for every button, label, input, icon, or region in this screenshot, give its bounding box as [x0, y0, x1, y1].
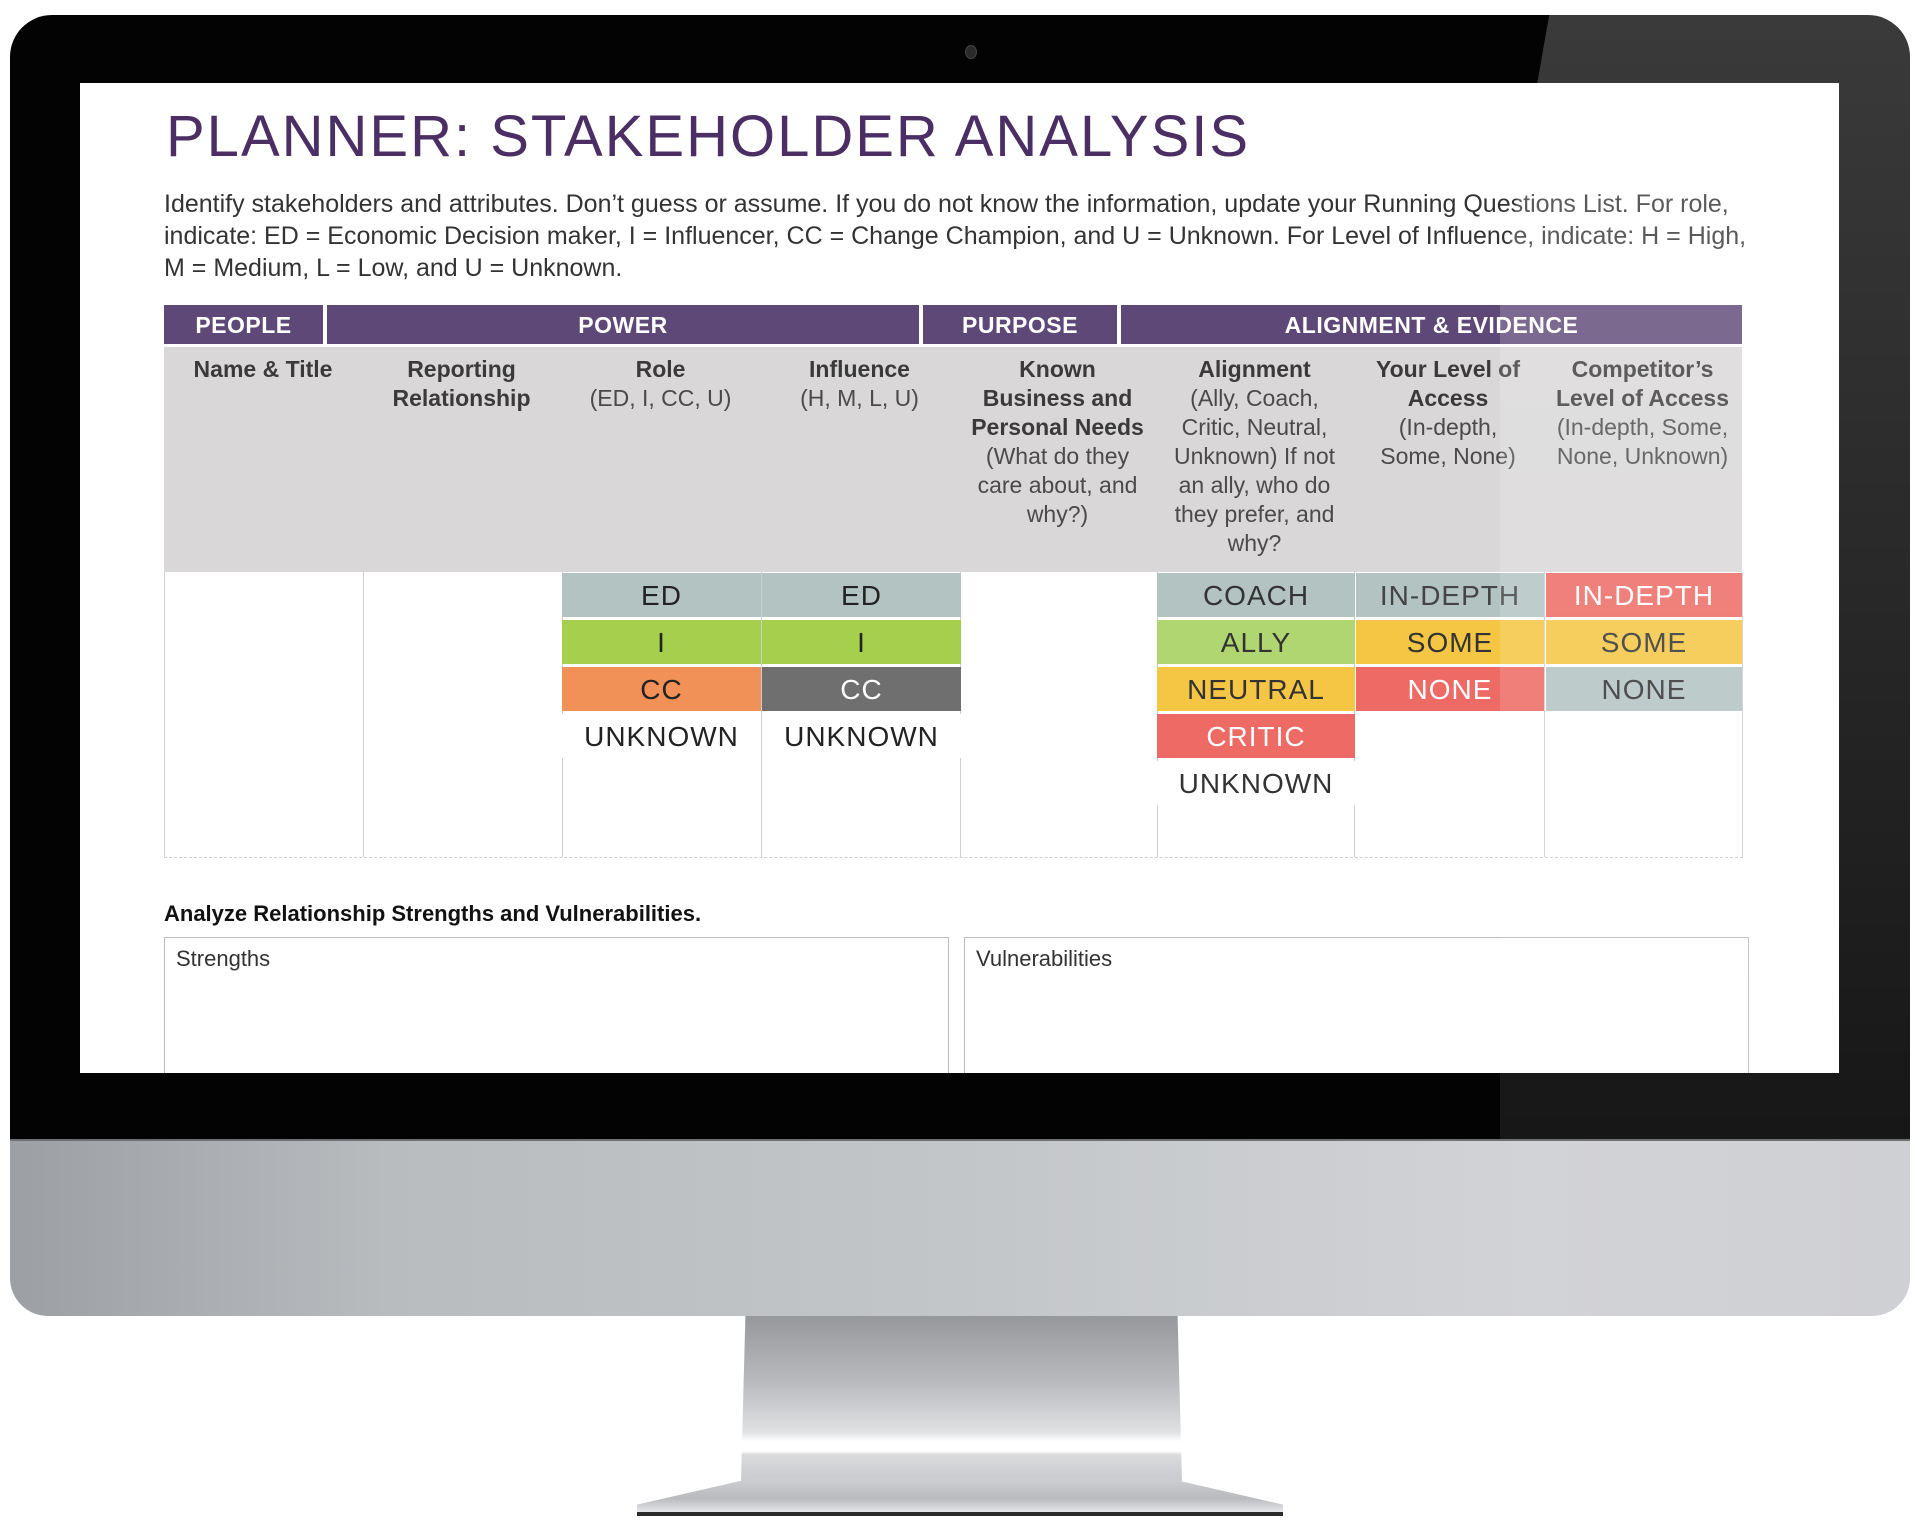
- option-in-depth[interactable]: IN-DEPTH: [1356, 573, 1544, 617]
- option-critic[interactable]: CRITIC: [1157, 714, 1355, 758]
- group-header-people: PEOPLE: [164, 305, 323, 344]
- name-title-cell[interactable]: [166, 572, 362, 856]
- role-options: ED I CC UNKNOWN: [562, 573, 761, 761]
- instructions-text: Identify stakeholders and attributes. Do…: [164, 190, 1747, 282]
- monitor-stand-foot: [637, 1478, 1283, 1516]
- camera-icon: [965, 45, 977, 59]
- option-some[interactable]: SOME: [1546, 620, 1742, 664]
- table-body: ED I CC UNKNOWN ED I CC UNKNOWN COACH ALLY NEUTR…: [164, 572, 1743, 858]
- option-neutral[interactable]: NEUTRAL: [1157, 667, 1355, 711]
- strengths-box[interactable]: Strengths: [164, 937, 949, 1073]
- strengths-label: Strengths: [176, 946, 271, 971]
- monitor-chin: [10, 1139, 1910, 1316]
- option-coach[interactable]: COACH: [1157, 573, 1355, 617]
- option-cc[interactable]: CC: [762, 667, 961, 711]
- column-header-influence: Influence (H, M, L, U): [800, 356, 919, 411]
- option-ally[interactable]: ALLY: [1157, 620, 1355, 664]
- group-header-alignment-evidence: ALIGNMENT & EVIDENCE: [1121, 305, 1742, 344]
- needs-cell[interactable]: [961, 572, 1156, 856]
- stakeholder-table: PEOPLE POWER PURPOSE ALIGNMENT & EVIDENC…: [164, 305, 1743, 858]
- option-none[interactable]: NONE: [1356, 667, 1544, 711]
- alignment-options: COACH ALLY NEUTRAL CRITIC UNKNOWN: [1157, 573, 1355, 808]
- option-none[interactable]: NONE: [1546, 667, 1742, 711]
- column-header-name-title: Name & Title: [193, 356, 333, 382]
- column-header-reporting: Reporting Relationship: [392, 356, 531, 411]
- column-header-row: Name & Title Reporting Relationship Role…: [164, 347, 1742, 572]
- analysis-heading: Analyze Relationship Strengths and Vulne…: [164, 901, 702, 926]
- vulnerabilities-label: Vulnerabilities: [976, 946, 1113, 971]
- option-in-depth[interactable]: IN-DEPTH: [1546, 573, 1742, 617]
- column-header-needs: Known Business and Personal Needs (What …: [971, 356, 1144, 527]
- group-header-purpose: PURPOSE: [923, 305, 1117, 344]
- monitor-stand-neck: [741, 1316, 1182, 1481]
- influence-options: ED I CC UNKNOWN: [762, 573, 961, 761]
- option-i[interactable]: I: [562, 620, 761, 664]
- option-i[interactable]: I: [762, 620, 961, 664]
- column-header-your-access: Your Level of Access (In-depth, Some, No…: [1376, 356, 1520, 469]
- option-unknown[interactable]: UNKNOWN: [1157, 761, 1355, 805]
- option-cc[interactable]: CC: [562, 667, 761, 711]
- column-header-role: Role (ED, I, CC, U): [589, 356, 732, 411]
- option-ed[interactable]: ED: [562, 573, 761, 617]
- column-divider: [1742, 572, 1743, 857]
- competitor-access-options: IN-DEPTH SOME NONE: [1546, 573, 1742, 714]
- group-header-power: POWER: [327, 305, 919, 344]
- option-ed[interactable]: ED: [762, 573, 961, 617]
- monitor-screen: PLANNER: STAKEHOLDER ANALYSIS Identify s…: [80, 83, 1839, 1073]
- group-header-row: PEOPLE POWER PURPOSE ALIGNMENT & EVIDENC…: [164, 305, 1742, 344]
- page-title: PLANNER: STAKEHOLDER ANALYSIS: [166, 104, 1251, 169]
- column-header-alignment: Alignment (Ally, Coach, Critic, Neutral,…: [1173, 356, 1336, 556]
- vulnerabilities-box[interactable]: Vulnerabilities: [964, 937, 1749, 1073]
- your-access-options: IN-DEPTH SOME NONE: [1356, 573, 1544, 714]
- option-unknown[interactable]: UNKNOWN: [762, 714, 961, 758]
- column-divider: [1544, 572, 1545, 857]
- option-some[interactable]: SOME: [1356, 620, 1544, 664]
- reporting-relationship-cell[interactable]: [364, 572, 560, 856]
- option-unknown[interactable]: UNKNOWN: [562, 714, 761, 758]
- column-header-competitor-access: Competitor’s Level of Access (In-depth, …: [1555, 356, 1730, 469]
